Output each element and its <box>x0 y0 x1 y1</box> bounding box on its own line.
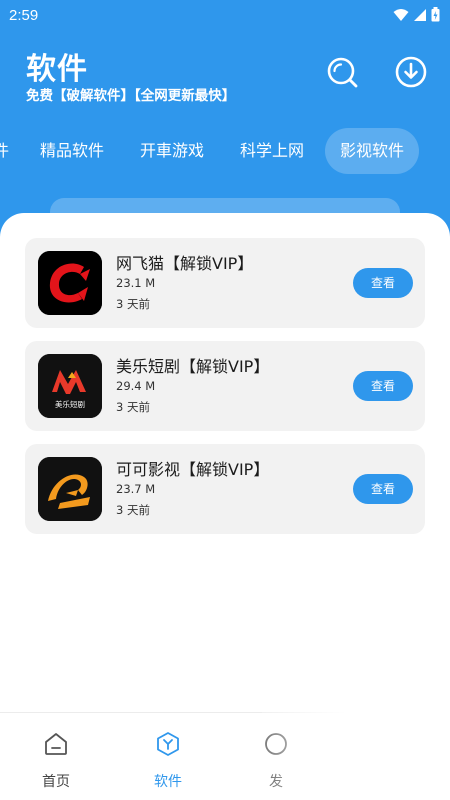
search-button[interactable] <box>325 55 359 89</box>
download-icon <box>395 56 427 88</box>
app-name: 可可影视【解锁VIP】 <box>116 460 270 479</box>
app-name: 网飞猫【解锁VIP】 <box>116 254 254 273</box>
category-tabs: 件 精品软件 开車游戏 科学上网 影视软件 <box>0 128 450 174</box>
page-subtitle: 免费【破解软件】【全网更新最快】 <box>26 88 236 104</box>
nav-item-home[interactable]: 首页 <box>16 713 96 800</box>
tab-games[interactable]: 开車游戏 <box>140 128 204 174</box>
wifi-icon <box>393 8 409 21</box>
app-card[interactable]: 网飞猫【解锁VIP】 23.1 M 3 天前 查看 <box>25 238 425 328</box>
status-time: 2:59 <box>9 7 39 24</box>
app-size: 23.1 M <box>116 276 156 290</box>
nav-item-software[interactable]: 软件 <box>128 713 208 800</box>
nav-label: 首页 <box>42 774 70 790</box>
app-updated-time: 3 天前 <box>116 400 150 414</box>
tab-vpn[interactable]: 科学上网 <box>240 128 304 174</box>
signal-icon <box>414 8 426 21</box>
icon-text: 美乐短剧 <box>55 399 85 409</box>
tab-video-software[interactable]: 影视软件 <box>325 128 420 174</box>
search-icon <box>327 57 358 88</box>
app-updated-time: 3 天前 <box>116 503 150 517</box>
meile-drama-logo-icon: 美乐短剧 <box>38 354 102 418</box>
app-card[interactable]: 美乐短剧 美乐短剧【解锁VIP】 29.4 M 3 天前 查看 <box>25 341 425 431</box>
netflix-cat-logo-icon <box>38 251 102 315</box>
app-icon <box>38 457 102 521</box>
app-card[interactable]: 可可影视【解锁VIP】 23.7 M 3 天前 查看 <box>25 444 425 534</box>
status-icons <box>393 7 440 22</box>
home-icon <box>45 733 67 755</box>
app-updated-time: 3 天前 <box>116 297 150 311</box>
watermark-fade <box>262 712 450 800</box>
page-title: 软件 <box>26 52 88 87</box>
software-icon <box>157 732 179 756</box>
status-bar: 2:59 <box>0 0 450 32</box>
nav-label: 软件 <box>154 774 182 790</box>
view-button[interactable]: 查看 <box>353 268 413 298</box>
app-icon: 美乐短剧 <box>38 354 102 418</box>
tab-partial[interactable]: 件 <box>0 128 9 174</box>
app-size: 29.4 M <box>116 379 156 393</box>
app-name: 美乐短剧【解锁VIP】 <box>116 357 270 376</box>
view-button[interactable]: 查看 <box>353 474 413 504</box>
view-button[interactable]: 查看 <box>353 371 413 401</box>
battery-icon <box>431 7 440 22</box>
download-button[interactable] <box>394 55 428 89</box>
keke-video-logo-icon <box>38 457 102 521</box>
app-size: 23.7 M <box>116 482 156 496</box>
tab-premium-software[interactable]: 精品软件 <box>40 128 104 174</box>
app-icon <box>38 251 102 315</box>
